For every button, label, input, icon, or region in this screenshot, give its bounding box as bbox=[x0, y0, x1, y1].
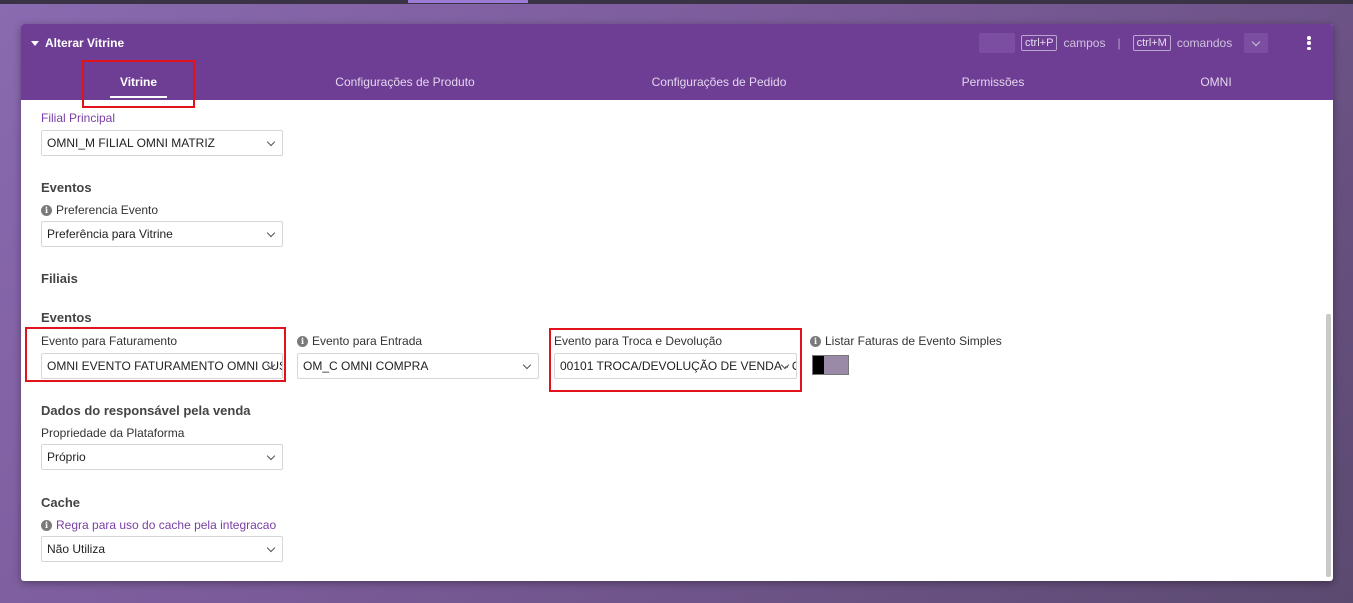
section-dados-responsavel: Dados do responsável pela venda bbox=[41, 403, 251, 418]
tab-configuracoes-pedido[interactable]: Configurações de Pedido bbox=[641, 75, 797, 89]
regra-cache-label: i Regra para uso do cache pela integraca… bbox=[41, 518, 276, 532]
propriedade-plataforma-select[interactable]: Próprio bbox=[41, 444, 283, 470]
listar-faturas-toggle[interactable] bbox=[812, 355, 849, 375]
tab-omni[interactable]: OMNI bbox=[1191, 75, 1241, 89]
evento-entrada-label: i Evento para Entrada bbox=[297, 334, 422, 348]
section-cache: Cache bbox=[41, 495, 81, 510]
section-eventos: Eventos bbox=[41, 180, 92, 195]
alterar-vitrine-dialog: Alterar Vitrine ctrl+P campos | ctrl+M c… bbox=[21, 24, 1333, 581]
chevron-down-icon bbox=[266, 543, 276, 553]
vertical-scrollbar[interactable] bbox=[1326, 314, 1331, 577]
preferencia-evento-text: Preferencia Evento bbox=[56, 203, 159, 217]
hotkey-separator: | bbox=[1117, 36, 1121, 50]
toggle-knob bbox=[813, 356, 824, 374]
chevron-down-icon bbox=[266, 137, 276, 147]
preferencia-evento-label: i Preferencia Evento bbox=[41, 203, 158, 217]
hotkey-fields-label[interactable]: campos bbox=[1063, 36, 1105, 50]
tab-configuracoes-produto[interactable]: Configurações de Produto bbox=[320, 75, 490, 89]
regra-cache-text: Regra para uso do cache pela integracao bbox=[56, 518, 277, 532]
commands-dropdown[interactable] bbox=[1244, 33, 1269, 53]
chevron-down-icon bbox=[266, 451, 276, 461]
evento-entrada-select[interactable]: OM_C OMNI COMPRA bbox=[297, 353, 539, 379]
hotkey-placeholder bbox=[979, 33, 1015, 53]
dialog-header: Alterar Vitrine ctrl+P campos | ctrl+M c… bbox=[21, 24, 1333, 100]
highlight-evento-troca bbox=[549, 328, 802, 392]
propriedade-plataforma-label: Propriedade da Plataforma bbox=[41, 426, 185, 440]
hotkey-commands-key: ctrl+M bbox=[1132, 35, 1171, 51]
filial-principal-select[interactable]: OMNI_M FILIAL OMNI MATRIZ bbox=[41, 130, 283, 156]
info-icon[interactable]: i bbox=[297, 335, 308, 347]
hotkey-fields-key: ctrl+P bbox=[1021, 35, 1058, 51]
chevron-down-icon bbox=[1251, 37, 1261, 46]
window-top-strip bbox=[0, 0, 1353, 4]
propriedade-plataforma-value: Próprio bbox=[47, 450, 86, 464]
chevron-down-icon bbox=[522, 360, 532, 370]
dialog-title-text: Alterar Vitrine bbox=[45, 36, 125, 50]
collapse-caret-icon[interactable] bbox=[31, 40, 39, 46]
highlight-vitrine-tab bbox=[82, 60, 195, 108]
evento-entrada-text: Evento para Entrada bbox=[312, 334, 423, 348]
preferencia-evento-value: Preferência para Vitrine bbox=[47, 227, 173, 241]
regra-cache-select[interactable]: Não Utiliza bbox=[41, 536, 283, 562]
active-window-indicator bbox=[408, 0, 528, 3]
dialog-title[interactable]: Alterar Vitrine bbox=[31, 35, 124, 51]
filial-principal-label: Filial Principal bbox=[41, 111, 116, 125]
info-icon[interactable]: i bbox=[41, 204, 52, 216]
preferencia-evento-select[interactable]: Preferência para Vitrine bbox=[41, 221, 283, 247]
filial-principal-value: OMNI_M FILIAL OMNI MATRIZ bbox=[47, 136, 216, 150]
hotkeys-bar: ctrl+P campos | ctrl+M comandos bbox=[979, 33, 1269, 53]
section-filiais: Filiais bbox=[41, 271, 78, 286]
listar-faturas-text: Listar Faturas de Evento Simples bbox=[825, 334, 1002, 348]
section-eventos-filiais: Eventos bbox=[41, 310, 92, 325]
listar-faturas-label: i Listar Faturas de Evento Simples bbox=[810, 334, 1002, 348]
more-options-icon[interactable] bbox=[1307, 36, 1311, 50]
info-icon[interactable]: i bbox=[810, 335, 821, 347]
tab-permissoes[interactable]: Permissões bbox=[953, 75, 1033, 89]
info-icon[interactable]: i bbox=[41, 519, 52, 531]
chevron-down-icon bbox=[266, 228, 276, 238]
regra-cache-value: Não Utiliza bbox=[47, 542, 106, 556]
evento-entrada-value: OM_C OMNI COMPRA bbox=[303, 359, 429, 373]
hotkey-commands-label[interactable]: comandos bbox=[1177, 36, 1232, 50]
highlight-evento-faturamento bbox=[25, 327, 286, 382]
